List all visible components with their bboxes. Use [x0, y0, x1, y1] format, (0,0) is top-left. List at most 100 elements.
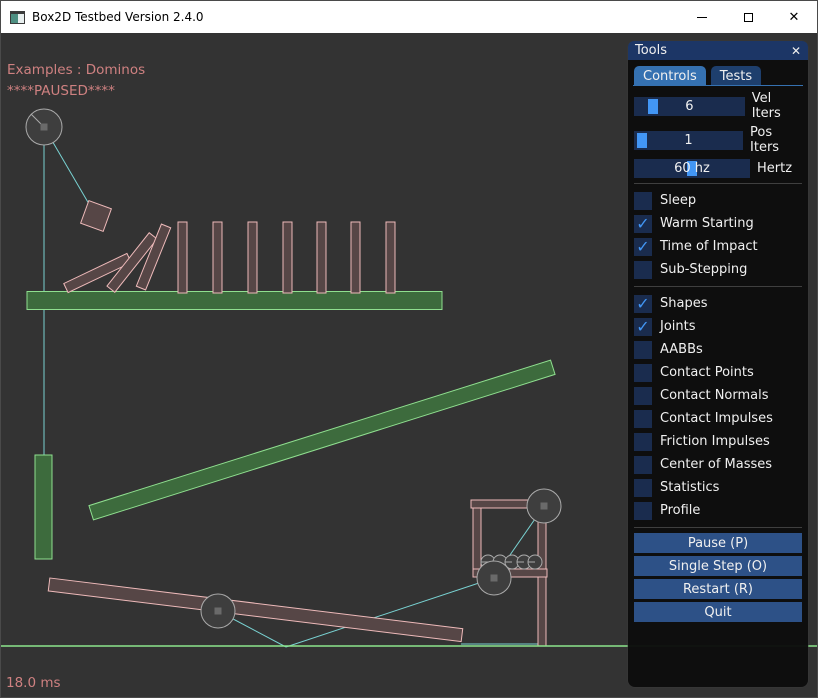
separator — [634, 183, 802, 184]
vel-iters-slider[interactable]: 6 — [634, 97, 745, 116]
checkbox-friction-impulses[interactable]: ✓ — [634, 433, 652, 451]
checkbox-row-profile: ✓ Profile — [634, 499, 802, 522]
paused-label: ****PAUSED**** — [7, 83, 115, 99]
window-controls: ✕ — [679, 1, 817, 33]
checkbox-label: Sleep — [660, 193, 696, 208]
check-icon: ✓ — [634, 295, 652, 312]
example-label: Examples : Dominos — [7, 62, 145, 78]
domino — [317, 222, 326, 293]
checkbox-joints[interactable]: ✓ — [634, 318, 652, 336]
window-titlebar[interactable]: Box2D Testbed Version 2.4.0 ✕ — [1, 1, 817, 33]
checkbox-label: AABBs — [660, 342, 703, 357]
tools-panel-close-icon[interactable]: ✕ — [791, 45, 801, 57]
checkbox-label: Contact Impulses — [660, 411, 773, 426]
checkbox-center-of-masses[interactable]: ✓ — [634, 456, 652, 474]
checkbox-sleep[interactable]: ✓ — [634, 192, 652, 210]
tools-panel-titlebar[interactable]: Tools ✕ — [628, 41, 808, 60]
close-icon: ✕ — [789, 11, 800, 24]
hertz-slider[interactable]: 60 hz — [634, 159, 750, 178]
fallen-dominos — [64, 224, 171, 293]
tools-panel-body: Controls Tests 6 Vel Iters — [628, 60, 808, 622]
physics-canvas[interactable]: Examples : Dominos ****PAUSED**** 18.0 m… — [1, 33, 818, 698]
checkbox-label: Joints — [660, 319, 696, 334]
checkbox-label: Profile — [660, 503, 700, 518]
checkbox-label: Contact Points — [660, 365, 754, 380]
minimize-button[interactable] — [679, 1, 725, 33]
checkbox-label: Center of Masses — [660, 457, 772, 472]
checkbox-label: Contact Normals — [660, 388, 769, 403]
checkbox-row-joints: ✓ Joints — [634, 315, 802, 338]
tab-controls[interactable]: Controls — [634, 66, 706, 85]
separator — [634, 527, 802, 528]
tools-panel: Tools ✕ Controls Tests 6 — [628, 41, 808, 687]
restart-button[interactable]: Restart (R) — [634, 579, 802, 599]
checkbox-statistics[interactable]: ✓ — [634, 479, 652, 497]
checkbox-label: Shapes — [660, 296, 707, 311]
tools-panel-title: Tools — [635, 43, 667, 58]
check-icon: ✓ — [634, 215, 652, 232]
single-step-button[interactable]: Single Step (O) — [634, 556, 802, 576]
hertz-label: Hertz — [757, 161, 792, 176]
separator — [634, 286, 802, 287]
hertz-row: 60 hz Hertz — [634, 159, 802, 178]
checkbox-row-statistics: ✓ Statistics — [634, 476, 802, 499]
tab-tests[interactable]: Tests — [711, 66, 761, 85]
pause-button[interactable]: Pause (P) — [634, 533, 802, 553]
close-button[interactable]: ✕ — [771, 1, 817, 33]
checkbox-shapes[interactable]: ✓ — [634, 295, 652, 313]
checkbox-contact-normals[interactable]: ✓ — [634, 387, 652, 405]
checkbox-row-aabbs: ✓ AABBs — [634, 338, 802, 361]
checkbox-row-time-of-impact: ✓ Time of Impact — [634, 235, 802, 258]
check-icon: ✓ — [634, 318, 652, 335]
maximize-icon — [744, 13, 753, 22]
shelf-platform — [27, 292, 442, 310]
checkbox-label: Sub-Stepping — [660, 262, 747, 277]
checkbox-row-sub-stepping: ✓ Sub-Stepping — [634, 258, 802, 281]
checkbox-sub-stepping[interactable]: ✓ — [634, 261, 652, 279]
checkbox-time-of-impact[interactable]: ✓ — [634, 238, 652, 256]
pos-iters-value: 1 — [634, 131, 743, 150]
seesaw-pivot-circle — [201, 594, 235, 628]
checkbox-row-center-of-masses: ✓ Center of Masses — [634, 453, 802, 476]
vel-iters-value: 6 — [634, 97, 745, 116]
checkbox-label: Statistics — [660, 480, 719, 495]
frame-left-post — [473, 508, 481, 574]
window-title: Box2D Testbed Version 2.4.0 — [32, 10, 204, 24]
checkbox-row-sleep: ✓ Sleep — [634, 189, 802, 212]
checkbox-contact-impulses[interactable]: ✓ — [634, 410, 652, 428]
quit-button[interactable]: Quit — [634, 602, 802, 622]
pendulum-anchor-circle — [26, 109, 62, 145]
checkbox-label: Time of Impact — [660, 239, 758, 254]
checkbox-row-shapes: ✓ Shapes — [634, 292, 802, 315]
domino — [351, 222, 360, 293]
pendulum-bob — [81, 201, 112, 232]
vertical-pillar — [35, 455, 52, 559]
checkbox-row-contact-impulses: ✓ Contact Impulses — [634, 407, 802, 430]
checkbox-aabbs[interactable]: ✓ — [634, 341, 652, 359]
domino — [386, 222, 395, 293]
angled-ramp — [89, 360, 555, 520]
checkbox-label: Friction Impulses — [660, 434, 770, 449]
app-icon — [10, 11, 25, 24]
frame-time-label: 18.0 ms — [6, 675, 61, 691]
button-stack: Pause (P) Single Step (O) Restart (R) Qu… — [634, 533, 802, 622]
domino — [213, 222, 222, 293]
minimize-icon — [697, 17, 707, 18]
vel-iters-row: 6 Vel Iters — [634, 91, 802, 121]
vel-iters-label: Vel Iters — [752, 91, 802, 121]
tab-underline — [633, 85, 803, 86]
tabbar: Controls Tests — [634, 66, 802, 85]
checkbox-contact-points[interactable]: ✓ — [634, 364, 652, 382]
tab-controls-label: Controls — [643, 69, 697, 84]
checkbox-warm-starting[interactable]: ✓ — [634, 215, 652, 233]
maximize-button[interactable] — [725, 1, 771, 33]
frame-lower-circle — [477, 561, 511, 595]
hertz-value: 60 hz — [634, 159, 750, 178]
pos-iters-row: 1 Pos Iters — [634, 125, 802, 155]
pos-iters-slider[interactable]: 1 — [634, 131, 743, 150]
app-window: Box2D Testbed Version 2.4.0 ✕ — [0, 0, 818, 698]
checkbox-profile[interactable]: ✓ — [634, 502, 652, 520]
checkbox-row-contact-normals: ✓ Contact Normals — [634, 384, 802, 407]
domino — [178, 222, 187, 293]
frame-top-circle — [527, 489, 561, 523]
